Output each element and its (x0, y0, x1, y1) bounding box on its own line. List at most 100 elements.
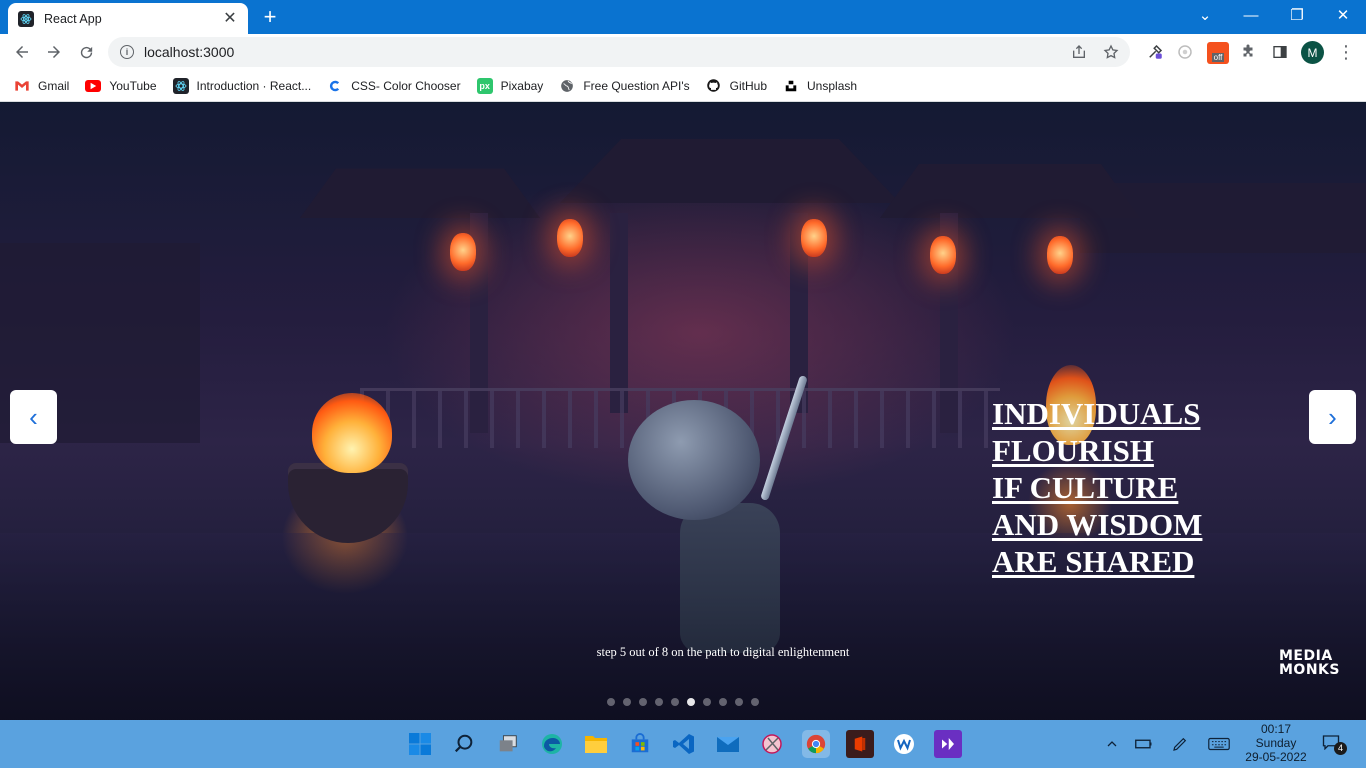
browser-tab-react-app[interactable]: React App ✕ (8, 3, 248, 34)
globe-icon (559, 78, 575, 94)
close-window-button[interactable]: ✕ (1320, 0, 1366, 30)
youtube-icon (85, 79, 102, 92)
minimize-button[interactable]: — (1228, 0, 1274, 30)
chevron-left-icon: ‹ (29, 401, 38, 432)
red-lantern (557, 219, 583, 257)
start-icon[interactable] (406, 730, 434, 758)
keyboard-icon[interactable] (1207, 734, 1231, 754)
carousel-dot[interactable] (623, 698, 631, 706)
bookmark-css-color-chooser[interactable]: CSS- Color Chooser (327, 78, 461, 94)
react-icon (172, 77, 189, 94)
tab-search-dropdown-icon[interactable]: ⌄ (1182, 0, 1228, 30)
headline-line: AND WISDOM (992, 507, 1203, 542)
reload-icon[interactable] (72, 38, 100, 66)
tab-title: React App (44, 11, 102, 26)
bookmark-star-icon[interactable] (1102, 43, 1120, 61)
store-icon[interactable] (626, 730, 654, 758)
office-icon[interactable] (846, 730, 874, 758)
url-text[interactable]: localhost:3000 (144, 44, 234, 60)
vscode-icon[interactable] (670, 730, 698, 758)
system-clock[interactable]: 00:17 Sunday 29-05-2022 (1238, 722, 1314, 764)
extension-badge-label: off (1211, 53, 1225, 62)
site-info-icon[interactable]: i (120, 45, 134, 59)
bookmark-gmail[interactable]: Gmail (14, 78, 69, 94)
bookmark-label: Gmail (38, 78, 70, 93)
red-lantern (930, 236, 956, 274)
carousel-dot[interactable] (735, 698, 743, 706)
battery-icon[interactable] (1134, 734, 1154, 754)
red-lantern (1047, 236, 1073, 274)
browser-menu-kebab-icon[interactable]: ⋮ (1336, 42, 1356, 62)
bookmark-label: Unsplash (807, 78, 858, 93)
extension-off-badge-icon[interactable]: off (1207, 42, 1229, 64)
search-icon[interactable] (450, 730, 478, 758)
side-panel-icon[interactable] (1270, 42, 1290, 62)
temple-roof-center (560, 139, 900, 203)
notifications-icon[interactable]: 4 (1322, 734, 1347, 756)
new-tab-button[interactable]: + (258, 6, 282, 28)
temple-pillar (610, 213, 628, 413)
gmail-icon (14, 78, 30, 94)
fire-flame (312, 393, 392, 473)
github-icon (706, 78, 722, 94)
hero-headline-link[interactable]: INDIVIDUALS FLOURISH IF CULTURE AND WISD… (992, 395, 1252, 580)
carousel-dot[interactable] (639, 698, 647, 706)
extension-eyedropper-icon[interactable] (1145, 42, 1165, 62)
visual-studio-icon[interactable] (934, 730, 962, 758)
bookmark-github[interactable]: GitHub (706, 78, 767, 94)
hero-carousel: ‹ › INDIVIDUALS FLOURISH IF CULTURE AND … (0, 103, 1366, 720)
browser-toolbar: i localhost:3000 off M ⋮ (0, 34, 1366, 70)
prev-slide-button[interactable]: ‹ (10, 390, 57, 444)
extensions-puzzle-icon[interactable] (1238, 42, 1258, 62)
next-slide-button[interactable]: › (1309, 390, 1356, 444)
mail-icon[interactable] (714, 730, 742, 758)
bookmark-label: Pixabay (500, 78, 544, 93)
pen-icon[interactable] (1170, 734, 1190, 754)
headline-line: INDIVIDUALS (992, 396, 1201, 431)
chevron-right-icon: › (1328, 401, 1337, 432)
notification-count-badge: 4 (1334, 742, 1347, 755)
tab-close-icon[interactable]: ✕ (222, 10, 238, 27)
forward-arrow-icon[interactable] (40, 38, 68, 66)
carousel-dots (607, 698, 767, 706)
media-monks-logo: MEDIA MONKS (1279, 649, 1340, 677)
snipping-tool-icon[interactable] (758, 730, 786, 758)
bookmark-label: CSS- Color Chooser (351, 78, 461, 93)
clock-time: 00:17 (1260, 722, 1292, 736)
task-view-icon[interactable] (494, 730, 522, 758)
browser-title-bar: React App ✕ + ⌄ — ❐ ✕ (0, 0, 1366, 34)
restore-button[interactable]: ❐ (1274, 0, 1320, 30)
address-bar[interactable]: i localhost:3000 (108, 37, 1130, 67)
bookmark-label: Free Question API's (583, 78, 690, 93)
red-lantern (450, 233, 476, 271)
edge-icon[interactable] (538, 730, 566, 758)
file-explorer-icon[interactable] (582, 730, 610, 758)
carousel-dot[interactable] (671, 698, 679, 706)
carousel-dot[interactable] (751, 698, 759, 706)
headline-line: ARE SHARED (992, 544, 1195, 579)
carousel-dot[interactable] (607, 698, 615, 706)
chrome-icon[interactable] (802, 730, 830, 758)
color-chooser-icon (327, 78, 343, 94)
fire-brazier (288, 463, 408, 543)
carousel-dot[interactable] (687, 698, 695, 706)
bookmark-free-question-apis[interactable]: Free Question API's (559, 78, 690, 94)
step-caption: step 5 out of 8 on the path to digital e… (596, 645, 850, 659)
bookmark-react-introduction[interactable]: Introduction · React... (172, 77, 311, 94)
wordpad-icon[interactable] (890, 730, 918, 758)
profile-avatar[interactable]: M (1301, 41, 1324, 64)
clock-date: 29-05-2022 (1245, 750, 1307, 764)
extension-circle-icon[interactable] (1175, 42, 1195, 62)
bookmarks-bar: Gmail YouTube Introduction · React... CS… (0, 70, 1366, 102)
bookmark-youtube[interactable]: YouTube (85, 79, 157, 93)
unsplash-icon (783, 78, 799, 94)
share-icon[interactable] (1070, 43, 1088, 61)
carousel-dot[interactable] (655, 698, 663, 706)
bookmark-pixabay[interactable]: px Pixabay (476, 77, 544, 94)
back-arrow-icon[interactable] (8, 38, 36, 66)
carousel-dot[interactable] (719, 698, 727, 706)
carousel-dot[interactable] (703, 698, 711, 706)
clock-day: Sunday (1255, 736, 1297, 750)
chevron-up-icon[interactable] (1102, 734, 1122, 754)
bookmark-unsplash[interactable]: Unsplash (783, 78, 857, 94)
